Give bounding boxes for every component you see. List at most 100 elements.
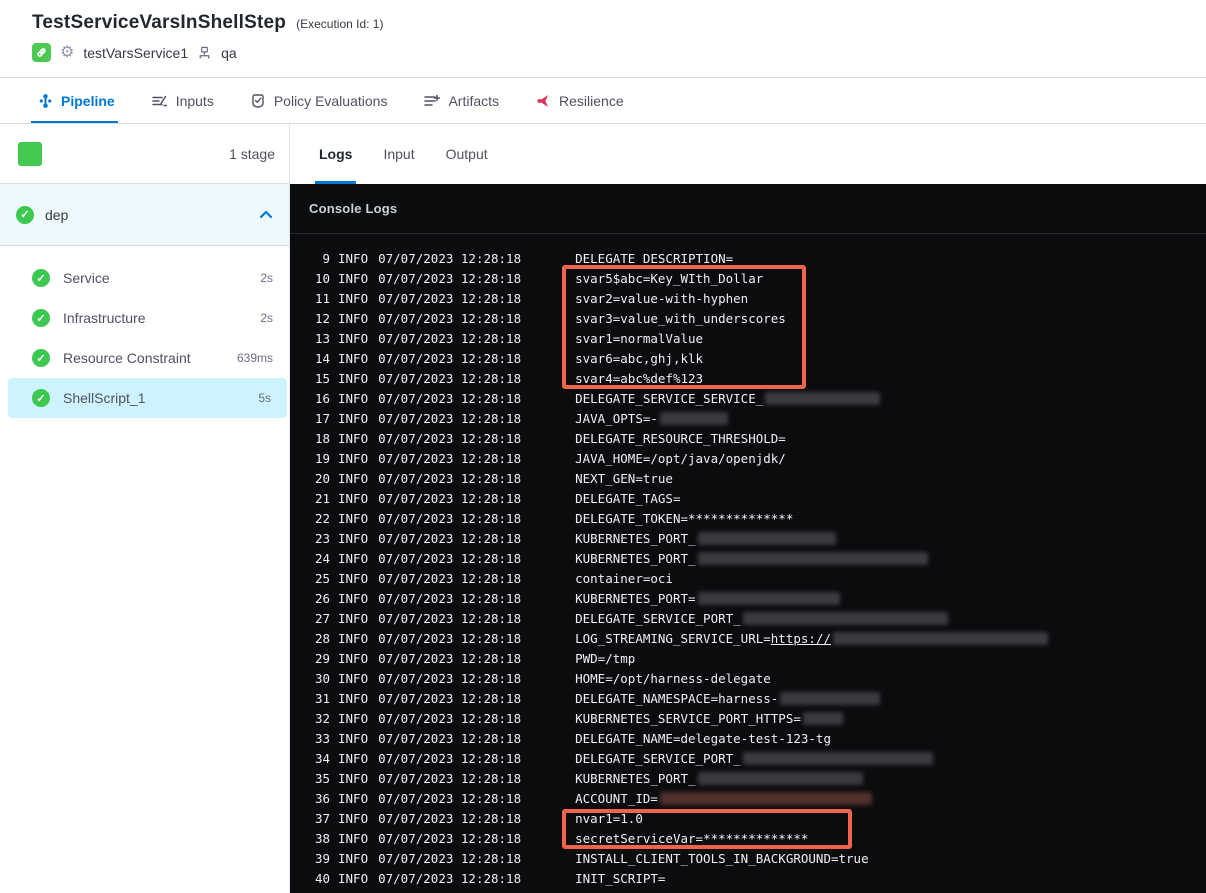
log-message: HOME=/opt/harness-delegate	[575, 670, 771, 686]
log-level: INFO	[338, 590, 369, 606]
tab-resilience[interactable]: Resilience	[535, 78, 624, 123]
execution-tabbar: Pipeline Inputs Policy Evaluations Artifact…	[0, 78, 1206, 124]
redacted-value	[697, 531, 836, 545]
redacted-value	[802, 711, 843, 725]
log-level: INFO	[338, 270, 369, 286]
log-level: INFO	[338, 750, 369, 766]
redacted-value	[742, 611, 948, 625]
log-message: DELEGATE_NAMESPACE=harness-	[575, 691, 881, 706]
log-line-32: 32 INFO 07/07/2023 12:28:18 KUBERNETES_SERV…	[290, 708, 1206, 728]
step-success-icon: ✓	[32, 389, 50, 407]
stage-name: dep	[45, 206, 69, 223]
tab-inputs[interactable]: Inputs	[151, 78, 214, 123]
log-message: DELEGATE_NAME=delegate-test-123-tg	[575, 730, 831, 746]
log-timestamp: 07/07/2023 12:28:18	[378, 390, 522, 406]
log-level: INFO	[338, 670, 369, 686]
log-line-number: 38	[314, 830, 330, 846]
log-timestamp: 07/07/2023 12:28:18	[378, 490, 522, 506]
log-message: DELEGATE_SERVICE_PORT_	[575, 611, 948, 626]
log-line-36: 36 INFO 07/07/2023 12:28:18 ACCOUNT_ID=	[290, 788, 1206, 808]
tab-label: Artifacts	[448, 92, 500, 109]
log-message: svar5$abc=Key_WIth_Dollar	[575, 270, 764, 286]
log-line-31: 31 INFO 07/07/2023 12:28:18 DELEGATE_NAMESP…	[290, 688, 1206, 708]
step-label: Infrastructure	[63, 310, 146, 326]
log-message: KUBERNETES_PORT_	[575, 531, 836, 546]
log-message: KUBERNETES_SERVICE_PORT_HTTPS=	[575, 711, 843, 726]
log-level: INFO	[338, 870, 369, 886]
log-line-number: 34	[314, 750, 330, 766]
log-line-35: 35 INFO 07/07/2023 12:28:18 KUBERNETES_PORT…	[290, 768, 1206, 788]
log-line-21: 21 INFO 07/07/2023 12:28:18 DELEGATE_TAGS=	[290, 488, 1206, 508]
step-row-shellscript-1[interactable]: ✓ ShellScript_1 5s	[8, 378, 287, 418]
log-message: ACCOUNT_ID=	[575, 791, 872, 806]
tab-policy-evaluations[interactable]: Policy Evaluations	[250, 78, 387, 123]
log-message: container=oci	[575, 570, 673, 586]
log-line-number: 39	[314, 850, 330, 866]
log-level: INFO	[338, 390, 369, 406]
artifacts-icon	[423, 93, 441, 109]
page-title: TestServiceVarsInShellStep	[32, 12, 287, 33]
log-timestamp: 07/07/2023 12:28:18	[378, 450, 522, 466]
log-line-30: 30 INFO 07/07/2023 12:28:18 HOME=/opt/harne…	[290, 668, 1206, 688]
console-tab-logs[interactable]: Logs	[314, 124, 357, 184]
tab-label: Pipeline	[61, 92, 115, 109]
log-timestamp: 07/07/2023 12:28:18	[378, 810, 522, 826]
stage-row-dep[interactable]: ✓ dep	[0, 184, 289, 246]
log-line-29: 29 INFO 07/07/2023 12:28:18 PWD=/tmp	[290, 648, 1206, 668]
log-url-link[interactable]: https://	[771, 631, 831, 646]
redacted-value	[765, 391, 881, 405]
execution-meta-row: ⚙ testVarsService1 qa	[32, 43, 1206, 62]
log-line-27: 27 INFO 07/07/2023 12:28:18 DELEGATE_SERVIC…	[290, 608, 1206, 628]
chevron-up-icon[interactable]	[259, 210, 273, 219]
log-timestamp: 07/07/2023 12:28:18	[378, 550, 522, 566]
log-level: INFO	[338, 790, 369, 806]
log-level: INFO	[338, 610, 369, 626]
log-message: INSTALL_CLIENT_TOOLS_IN_BACKGROUND=true	[575, 850, 869, 866]
log-timestamp: 07/07/2023 12:28:18	[378, 370, 522, 386]
console-header: Console Logs	[290, 184, 1206, 234]
log-timestamp: 07/07/2023 12:28:18	[378, 630, 522, 646]
log-timestamp: 07/07/2023 12:28:18	[378, 850, 522, 866]
redacted-value	[697, 591, 840, 605]
log-message: NEXT_GEN=true	[575, 470, 673, 486]
step-label: ShellScript_1	[63, 390, 146, 406]
log-timestamp: 07/07/2023 12:28:18	[378, 690, 522, 706]
log-level: INFO	[338, 810, 369, 826]
resilience-icon	[535, 93, 551, 109]
app-root: TestServiceVarsInShellStep (Execution Id…	[0, 0, 1206, 893]
log-level: INFO	[338, 490, 369, 506]
step-row-infrastructure[interactable]: ✓ Infrastructure 2s	[0, 298, 289, 338]
step-row-service[interactable]: ✓ Service 2s	[0, 258, 289, 298]
log-message: KUBERNETES_PORT_	[575, 551, 928, 566]
tab-pipeline[interactable]: Pipeline	[31, 78, 118, 123]
log-line-number: 20	[314, 470, 330, 486]
log-message: DELEGATE_RESOURCE_THRESHOLD=	[575, 430, 786, 446]
log-level: INFO	[338, 650, 369, 666]
log-line-number: 27	[314, 610, 330, 626]
console-tab-input[interactable]: Input	[383, 124, 414, 184]
log-timestamp: 07/07/2023 12:28:18	[378, 530, 522, 546]
tab-label: Resilience	[559, 92, 624, 109]
log-line-24: 24 INFO 07/07/2023 12:28:18 KUBERNETES_PORT…	[290, 548, 1206, 568]
console-log-area[interactable]: 9 INFO 07/07/2023 12:28:18 DELEGATE_DESCRIP…	[290, 234, 1206, 888]
redacted-value	[780, 691, 881, 705]
log-level: INFO	[338, 710, 369, 726]
console-tab-output[interactable]: Output	[446, 124, 488, 184]
stage-count-label: 1 stage	[229, 145, 275, 162]
log-timestamp: 07/07/2023 12:28:18	[378, 750, 522, 766]
log-timestamp: 07/07/2023 12:28:18	[378, 270, 522, 286]
tab-artifacts[interactable]: Artifacts	[423, 78, 499, 123]
log-level: INFO	[338, 290, 369, 306]
log-timestamp: 07/07/2023 12:28:18	[378, 710, 522, 726]
log-level: INFO	[338, 250, 369, 266]
step-row-resource-constraint[interactable]: ✓ Resource Constraint 639ms	[0, 338, 289, 378]
log-level: INFO	[338, 430, 369, 446]
log-line-20: 20 INFO 07/07/2023 12:28:18 NEXT_GEN=true	[290, 468, 1206, 488]
step-duration: 2s	[260, 271, 273, 285]
log-line-number: 10	[314, 270, 330, 286]
stage-status-square[interactable]	[18, 141, 42, 166]
log-message: DELEGATE_TAGS=	[575, 490, 681, 506]
step-success-icon: ✓	[32, 269, 50, 287]
main-split: 1 stage ✓ dep ✓ Service 2s ✓ Infrastructure 2…	[0, 124, 1206, 893]
log-line-38: 38 INFO 07/07/2023 12:28:18 secretServiceVa…	[290, 828, 1206, 848]
